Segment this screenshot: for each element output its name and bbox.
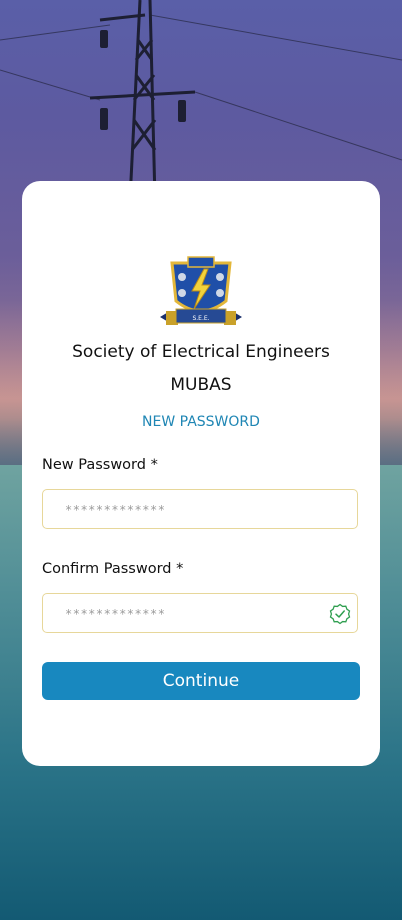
check-circle-icon [329,603,351,625]
new-password-field[interactable] [42,489,358,530]
new-password-input[interactable] [63,490,337,530]
confirm-password-label: Confirm Password * [42,561,184,577]
see-logo-icon: S.E.E. [160,256,242,325]
login-card: S.E.E. Society of Electrical Engineers M… [22,181,380,766]
org-short-name: MUBAS [170,375,232,395]
confirm-password-field[interactable] [42,593,358,634]
org-name: Society of Electrical Engineers [72,342,330,362]
continue-button[interactable]: Continue [42,662,360,700]
confirm-password-input[interactable] [63,594,337,634]
logo-ribbon-text: S.E.E. [192,315,209,322]
page-title: NEW PASSWORD [142,414,260,430]
new-password-label: New Password * [42,457,158,473]
